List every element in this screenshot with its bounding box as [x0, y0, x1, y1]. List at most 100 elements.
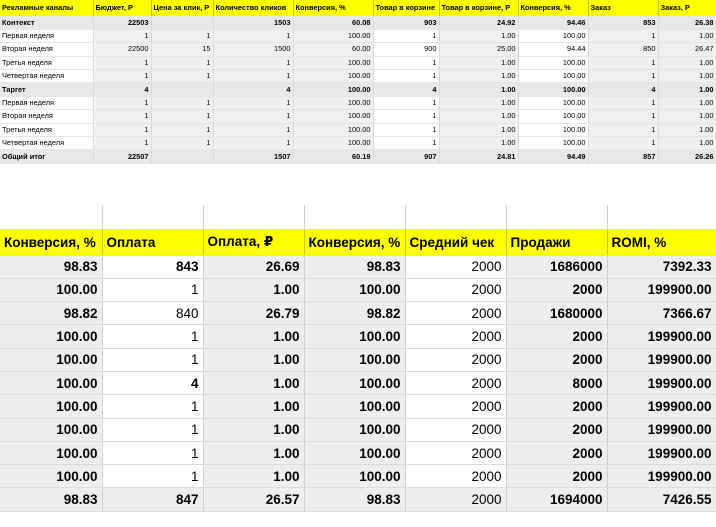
top-cell[interactable]: 1 [93, 96, 152, 111]
bottom-cell[interactable]: 98.83 [0, 255, 103, 279]
bottom-cell[interactable]: 2000 [405, 371, 507, 396]
top-cell[interactable]: 100.00 [518, 29, 589, 44]
bottom-cell[interactable]: 199900.00 [607, 464, 716, 489]
bottom-cell[interactable]: 199900.00 [607, 324, 716, 349]
top-cell[interactable]: 1 [588, 136, 659, 151]
top-cell[interactable]: 1.00 [658, 109, 716, 124]
top-cell[interactable]: 25.00 [439, 42, 519, 57]
top-cell[interactable]: 4 [588, 82, 659, 97]
top-cell[interactable]: 1 [373, 136, 440, 151]
bottom-cell[interactable]: 1.00 [203, 324, 305, 349]
top-cell[interactable]: 94.44 [518, 42, 589, 57]
top-cell[interactable]: 1.00 [439, 96, 519, 111]
top-row-label[interactable]: Первая неделя [0, 96, 94, 111]
top-header-cell[interactable]: Заказ, Р [658, 0, 716, 17]
bottom-cell[interactable]: 7392.33 [607, 255, 716, 279]
bottom-cell[interactable]: 2000 [405, 324, 507, 349]
bottom-cell[interactable]: 2000 [405, 441, 507, 466]
top-cell[interactable]: 1 [373, 96, 440, 111]
bottom-cell[interactable]: 2000 [506, 394, 608, 419]
top-row-label[interactable]: Вторая неделя [0, 42, 94, 57]
bottom-cell[interactable]: 199900.00 [607, 394, 716, 419]
top-cell[interactable]: 1 [213, 69, 294, 84]
top-cell[interactable]: 1 [373, 123, 440, 138]
bottom-cell[interactable]: 2000 [506, 418, 608, 442]
top-cell[interactable]: 903 [373, 16, 440, 30]
bottom-cell[interactable]: 1.00 [203, 464, 305, 489]
top-header-cell[interactable]: Количество кликов [213, 0, 294, 17]
bottom-cell[interactable]: 7366.67 [607, 301, 716, 326]
bottom-cell[interactable]: 199900.00 [607, 348, 716, 372]
top-cell[interactable]: 1.00 [658, 136, 716, 151]
bottom-total-cell[interactable]: 2000 [405, 487, 507, 512]
top-cell[interactable]: 1 [93, 56, 152, 71]
bottom-cell[interactable]: 2000 [405, 255, 507, 279]
top-cell[interactable]: 100.00 [293, 29, 374, 44]
top-cell[interactable]: 1 [151, 136, 214, 151]
bottom-cell[interactable]: 199900.00 [607, 418, 716, 442]
top-cell[interactable] [151, 82, 214, 97]
top-cell[interactable]: 15 [151, 42, 214, 57]
top-cell[interactable]: 60.00 [293, 42, 374, 57]
bottom-cell[interactable]: 26.79 [203, 301, 305, 326]
top-row-label[interactable]: Контекст [0, 16, 94, 30]
top-row-label[interactable]: Первая неделя [0, 29, 94, 44]
bottom-cell[interactable]: 2000 [405, 301, 507, 326]
top-cell[interactable]: 100.00 [293, 82, 374, 97]
bottom-cell[interactable]: 1.00 [203, 418, 305, 442]
top-header-cell[interactable]: Конверсия, % [518, 0, 589, 17]
bottom-cell[interactable]: 100.00 [304, 441, 406, 466]
top-cell[interactable]: 1.00 [658, 123, 716, 138]
bottom-cell[interactable]: 100.00 [304, 418, 406, 442]
bottom-header-cell[interactable]: Оплата [102, 229, 204, 256]
bottom-cell[interactable]: 2000 [405, 394, 507, 419]
top-cell[interactable]: 1 [151, 123, 214, 138]
top-cell[interactable]: 60.19 [293, 149, 374, 164]
bottom-cell[interactable]: 26.69 [203, 255, 305, 279]
top-header-cell[interactable]: Цена за клик, Р [151, 0, 214, 17]
top-cell[interactable]: 1 [373, 109, 440, 124]
top-cell[interactable]: 1 [213, 29, 294, 44]
bottom-cell[interactable]: 100.00 [0, 324, 103, 349]
bottom-cell[interactable]: 98.83 [304, 255, 406, 279]
bottom-cell[interactable]: 100.00 [0, 348, 103, 372]
top-cell[interactable]: 1.00 [439, 109, 519, 124]
top-cell[interactable]: 1 [213, 123, 294, 138]
top-cell[interactable]: 1 [213, 56, 294, 71]
top-cell[interactable]: 900 [373, 42, 440, 57]
bottom-cell[interactable]: 1.00 [203, 441, 305, 466]
bottom-header-cell[interactable]: Продажи [506, 229, 608, 256]
bottom-header-cell[interactable]: Средний чек [405, 229, 507, 256]
bottom-cell[interactable]: 100.00 [0, 371, 103, 396]
top-cell[interactable]: 1 [373, 56, 440, 71]
top-cell[interactable]: 1.00 [658, 96, 716, 111]
top-cell[interactable]: 4 [213, 82, 294, 97]
bottom-total-cell[interactable]: 26.57 [203, 487, 305, 512]
top-row-label[interactable]: Четвертая неделя [0, 69, 94, 84]
top-cell[interactable]: 26.26 [658, 149, 716, 164]
top-cell[interactable]: 100.00 [293, 109, 374, 124]
top-cell[interactable]: 1507 [213, 149, 294, 164]
bottom-cell[interactable]: 1.00 [203, 371, 305, 396]
top-cell[interactable]: 22507 [93, 149, 152, 164]
top-cell[interactable]: 100.00 [518, 109, 589, 124]
bottom-cell[interactable]: 100.00 [304, 371, 406, 396]
bottom-cell[interactable]: 843 [102, 255, 204, 279]
top-cell[interactable]: 857 [588, 149, 659, 164]
top-cell[interactable]: 22503 [93, 16, 152, 30]
bottom-header-cell[interactable]: Конверсия, % [0, 229, 103, 256]
top-header-cell[interactable]: Товар в корзине [373, 0, 440, 17]
top-cell[interactable]: 22500 [93, 42, 152, 57]
top-cell[interactable]: 1500 [213, 42, 294, 57]
top-cell[interactable]: 1.00 [439, 123, 519, 138]
top-cell[interactable]: 907 [373, 149, 440, 164]
top-cell[interactable]: 100.00 [518, 69, 589, 84]
bottom-cell[interactable]: 100.00 [0, 418, 103, 442]
top-cell[interactable]: 1.00 [658, 82, 716, 97]
bottom-header-cell[interactable]: ROMI, % [607, 229, 716, 256]
bottom-cell[interactable]: 2000 [405, 418, 507, 442]
bottom-cell[interactable]: 2000 [506, 278, 608, 303]
top-cell[interactable]: 1 [151, 96, 214, 111]
top-cell[interactable]: 1.00 [439, 29, 519, 44]
bottom-cell[interactable]: 2000 [506, 348, 608, 372]
